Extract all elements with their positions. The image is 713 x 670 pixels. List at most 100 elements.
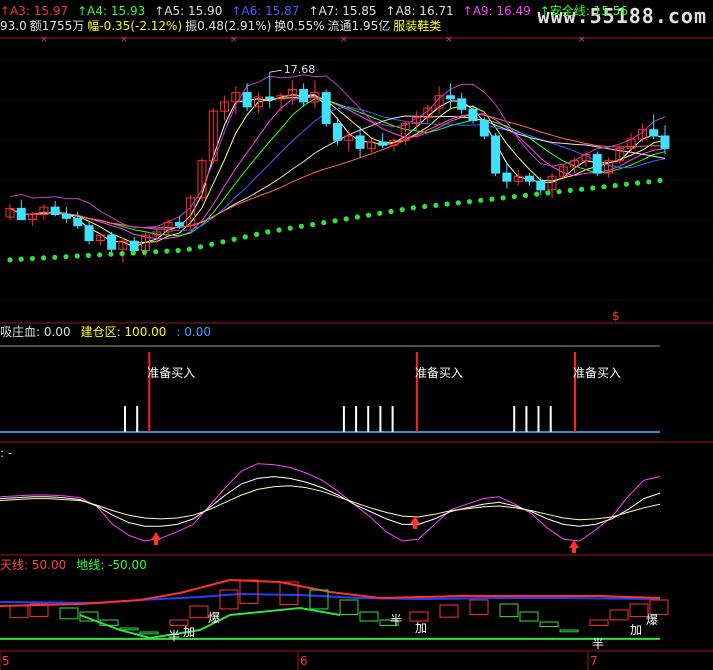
candle [220,95,230,121]
safety-line-dot [500,195,506,201]
candle [457,92,467,115]
candle-body [84,225,94,242]
safety-line-dot [444,201,450,207]
indicator-value-2: ↑A5: 15.90 [154,4,223,18]
safety-line-dot [276,227,282,233]
top-marker: × [578,35,586,45]
candle-body [129,240,139,251]
safety-line-dot [433,202,439,208]
candle-body [174,222,184,227]
candle [592,151,602,177]
step-box [609,609,629,621]
step-box [589,619,609,626]
safety-line-dot [590,185,596,191]
safety-line-dot [231,236,237,242]
step-box [139,631,159,635]
panel4-value-1: 地线: -50.00 [76,558,147,572]
signal-marker: 半 [592,637,604,651]
candle [186,194,196,229]
candle-body [107,234,117,250]
safety-line-dot [52,254,58,260]
candle [524,173,534,186]
candle [28,212,38,226]
candle [445,83,455,109]
safety-line-dot [623,181,630,187]
candle-body [457,98,467,110]
candle [649,114,659,140]
quote-field-3: 振0.48(2.91%) [185,19,272,33]
safety-line-dot [164,248,170,254]
candle-body [536,180,546,191]
candle [310,80,320,109]
candle [581,151,591,167]
top-marker: × [445,35,453,45]
safety-line-dot [85,252,91,258]
safety-line-dot [41,255,47,261]
step-box [309,589,329,610]
candle-body [73,217,83,227]
candle [479,117,489,140]
quote-info-row: 93.0 额1755万 幅-0.35(-2.12%) 振0.48(2.91%) 换0.5… [0,19,444,33]
quote-field-5: 流通1.95亿 [327,19,391,33]
candle [50,200,60,217]
step-box [119,627,139,631]
candle-body [16,207,26,221]
candle [253,92,263,114]
candle-body [524,175,534,182]
signal-marker: 加 [183,625,195,639]
quote-field-0: 93.0 [0,19,27,33]
safety-line-dot [265,229,271,235]
safety-line-dot [298,223,304,229]
safety-line-dot [97,252,103,258]
candle-body [321,92,331,125]
candle [84,222,94,245]
candle [95,233,105,246]
candle-body [468,108,478,121]
candle-body [502,172,512,182]
safety-line-dot [534,191,540,197]
high-price-label: 17.68 [284,63,316,76]
safety-line-dot [466,199,473,205]
panel2-value-1: 建仓区: 100.00 [80,325,167,339]
top-marker: × [40,35,48,45]
upper-band-line [9,74,666,229]
candle [321,89,331,127]
indicator-value-0: ↑A3: 15.97 [0,4,69,18]
indicator-value-3: ↑A6: 15.87 [231,4,300,18]
safety-line-dot [119,251,125,257]
step-box [59,607,79,620]
candle [333,117,342,146]
candle-body [355,135,365,149]
dollar-marker: $ [612,309,620,323]
candle-body [50,206,60,216]
safety-line-dot [612,182,618,189]
safety-line-dot [29,255,35,262]
candle [389,137,399,152]
panel3-title: : - [0,446,13,460]
oscillator-line [0,476,661,527]
safety-line-dot [209,241,215,247]
candle [152,228,162,244]
indicator-value-5: ↑A8: 16.71 [385,4,454,18]
safety-line-dot [287,225,293,231]
step-box [539,621,559,627]
indicator-value-7: ↑安全线: 15.56 [539,4,629,18]
indicator-value-4: ↑A7: 15.85 [308,4,377,18]
x-axis-label: 7 [590,654,598,668]
safety-line-dot [153,249,159,255]
top-marker: × [120,35,128,45]
candle [5,204,15,220]
quote-field-4: 换0.55% [274,19,325,33]
safety-line-dot [388,208,394,215]
candle [378,132,388,149]
signal-marker: 半 [390,613,402,627]
safety-line-dot [254,231,260,237]
safety-line-dot [197,244,204,250]
candle-body [299,89,309,103]
safety-line-dot [556,189,562,195]
candle-body [61,214,71,219]
safety-line-dot [332,218,338,224]
step-box [499,603,519,618]
x-axis-label: 5 [2,654,10,668]
step-box [359,611,379,622]
